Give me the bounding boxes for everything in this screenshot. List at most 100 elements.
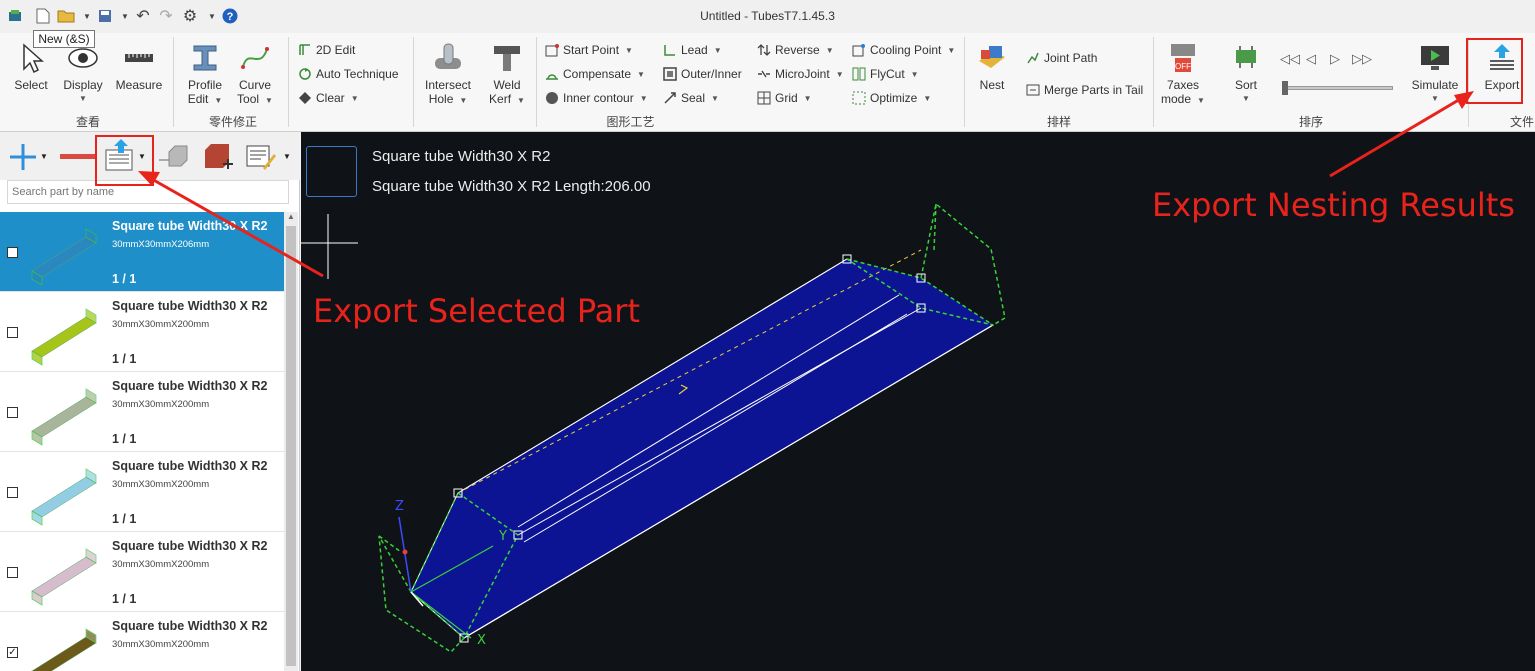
start-point-button[interactable]: Start Point ▼ xyxy=(545,41,633,59)
remove-part-icon[interactable] xyxy=(60,154,96,159)
part-list-item[interactable]: Square tube Width30 X R2 30mmX30mmX200mm 1… xyxy=(0,532,284,612)
weld-kerf-icon xyxy=(494,46,520,71)
axes-mode-label-2: mode xyxy=(1161,92,1192,106)
part-list-item[interactable]: ✓ Square tube Width30 X R2 30mmX30mmX200mm xyxy=(0,612,284,671)
merge-parts-button[interactable]: Merge Parts in Tail xyxy=(1026,81,1143,99)
group-label-file: 文件 xyxy=(1510,115,1535,129)
sort-icon xyxy=(1236,46,1256,68)
rewind-icon[interactable]: ◁◁ xyxy=(1280,51,1300,67)
edit-list-dropdown-icon[interactable]: ▼ xyxy=(283,152,291,161)
compensate-button[interactable]: Compensate ▼ xyxy=(545,65,645,83)
part-dimensions: 30mmX30mmX200mm xyxy=(112,479,210,490)
intersect-hole-button[interactable]: Intersect Hole ▼ xyxy=(420,41,476,111)
part-checkbox[interactable] xyxy=(7,327,18,338)
auto-technique-button[interactable]: Auto Technique xyxy=(298,65,399,83)
part-list-item[interactable]: Square tube Width30 X R2 30mmX30mmX200mm 1… xyxy=(0,292,284,372)
part-checkbox[interactable] xyxy=(7,487,18,498)
annotation-box-export-nesting xyxy=(1466,38,1523,104)
scroll-up-icon[interactable]: ▲ xyxy=(284,212,298,224)
inner-contour-button[interactable]: Inner contour ▼ xyxy=(545,89,648,107)
playback-slider[interactable] xyxy=(1282,81,1393,95)
outer-inner-button[interactable]: Outer/Inner xyxy=(663,65,742,83)
nest-label: Nest xyxy=(979,78,1005,92)
crosshair-cursor xyxy=(301,214,358,279)
optimize-button[interactable]: Optimize ▼ xyxy=(852,89,931,107)
import-cube-icon[interactable] xyxy=(157,142,191,175)
window-title: Untitled - TubesT7.1.45.3 xyxy=(700,9,835,23)
curve-tool-button[interactable]: Curve Tool ▼ xyxy=(234,41,276,111)
add-part-icon[interactable] xyxy=(8,142,38,175)
part-list-scrollbar[interactable]: ▲ xyxy=(284,212,298,671)
profile-beam-icon xyxy=(193,45,217,71)
measure-button[interactable]: Measure xyxy=(114,41,164,111)
add-material-icon[interactable] xyxy=(201,140,235,175)
weld-kerf-label-2: Kerf xyxy=(489,92,512,106)
sort-label: Sort xyxy=(1234,78,1257,92)
part-count: 1 / 1 xyxy=(112,352,137,366)
joint-path-button[interactable]: Joint Path xyxy=(1026,49,1097,67)
part-name: Square tube Width30 X R2 xyxy=(112,299,268,313)
outer-inner-label: Outer/Inner xyxy=(681,67,742,81)
2d-edit-icon xyxy=(298,43,312,57)
2d-edit-button[interactable]: 2D Edit xyxy=(298,41,355,59)
2d-edit-label: 2D Edit xyxy=(316,43,356,57)
microjoint-label: MicroJoint xyxy=(775,67,830,81)
monitor-play-icon xyxy=(1421,46,1449,70)
reverse-button[interactable]: Reverse ▼ xyxy=(757,41,834,59)
auto-technique-label: Auto Technique xyxy=(316,67,399,81)
fast-forward-icon[interactable]: ▷▷ xyxy=(1352,51,1372,67)
scrollbar-thumb[interactable] xyxy=(286,226,296,666)
part-dimensions: 30mmX30mmX200mm xyxy=(112,399,210,410)
clear-label: Clear xyxy=(316,91,345,105)
flycut-icon xyxy=(852,67,866,81)
part-dimensions: 30mmX30mmX206mm xyxy=(112,239,210,250)
group-label-nesting: 排样 xyxy=(1046,115,1071,129)
step-back-icon[interactable]: ◁ xyxy=(1306,51,1316,67)
optimize-label: Optimize xyxy=(870,91,918,105)
part-count: 1 / 1 xyxy=(112,592,137,606)
lead-button[interactable]: Lead ▼ xyxy=(663,41,722,59)
step-forward-icon[interactable]: ▷ xyxy=(1330,51,1340,67)
eraser-icon xyxy=(298,91,312,105)
curve-tool-icon xyxy=(241,47,269,69)
inner-contour-label: Inner contour xyxy=(563,91,634,105)
display-button[interactable]: Display ▼ xyxy=(60,41,106,111)
clear-button[interactable]: Clear ▼ xyxy=(298,89,359,107)
flycut-button[interactable]: FlyCut ▼ xyxy=(852,65,919,83)
part-count: 1 / 1 xyxy=(112,512,137,526)
add-part-dropdown-icon[interactable]: ▼ xyxy=(40,152,48,161)
profile-edit-button[interactable]: Profile Edit ▼ xyxy=(182,41,228,111)
weld-kerf-button[interactable]: Weld Kerf ▼ xyxy=(484,41,530,111)
part-list-panel: ▼ ▼ ▼ Square tube Width30 X R230mmX30mmX… xyxy=(0,132,300,671)
part-list-item[interactable]: Square tube Width30 X R2 30mmX30mmX206mm 1… xyxy=(0,212,284,292)
grid-button[interactable]: Grid ▼ xyxy=(757,89,812,107)
part-thumbnail xyxy=(31,308,97,366)
part-list-item[interactable]: Square tube Width30 X R2 30mmX30mmX200mm 1… xyxy=(0,372,284,452)
axes-mode-icon: OFF xyxy=(1171,44,1195,72)
seal-button[interactable]: Seal ▼ xyxy=(663,89,719,107)
slider-handle[interactable] xyxy=(1282,81,1288,95)
grid-label: Grid xyxy=(775,91,798,105)
sort-button[interactable]: Sort ▼ xyxy=(1226,41,1266,111)
part-dimensions: 30mmX30mmX200mm xyxy=(112,559,210,570)
nest-button[interactable]: Nest xyxy=(970,41,1014,111)
ribbon: Select Display ▼ Measure 查看 Profile Edit ▼… xyxy=(0,33,1535,132)
part-checkbox[interactable] xyxy=(7,567,18,578)
edit-list-icon[interactable] xyxy=(245,142,277,175)
part-checkbox[interactable] xyxy=(7,247,18,258)
microjoint-button[interactable]: MicroJoint ▼ xyxy=(757,65,844,83)
part-thumbnail xyxy=(31,388,97,446)
auto-technique-icon xyxy=(298,67,312,81)
part-checkbox[interactable]: ✓ xyxy=(7,647,18,658)
part-name: Square tube Width30 X R2 xyxy=(112,539,268,553)
annotation-export-selected-part: Export Selected Part xyxy=(313,292,640,330)
part-name: Square tube Width30 X R2 xyxy=(112,619,268,633)
select-button[interactable]: Select xyxy=(8,41,54,111)
axes-mode-button[interactable]: OFF 7axes mode ▼ xyxy=(1160,41,1206,111)
part-count: 1 / 1 xyxy=(112,272,137,286)
cooling-point-button[interactable]: Cooling Point ▼ xyxy=(852,41,955,59)
part-list-item[interactable]: Square tube Width30 X R2 30mmX30mmX200mm 1… xyxy=(0,452,284,532)
simulate-button[interactable]: Simulate ▼ xyxy=(1408,41,1462,111)
lead-icon xyxy=(663,43,677,57)
part-checkbox[interactable] xyxy=(7,407,18,418)
